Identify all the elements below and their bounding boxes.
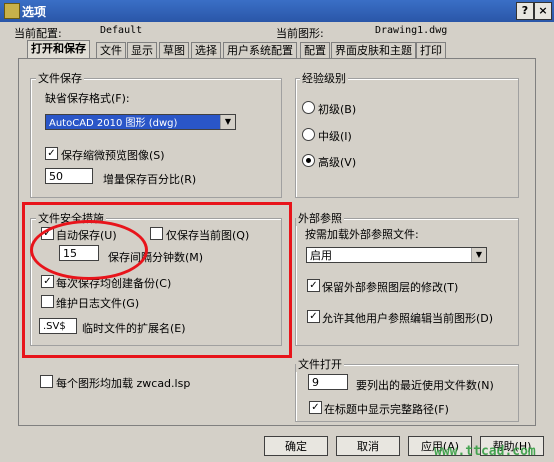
recent-files-label: 要列出的最近使用文件数(N): [356, 379, 494, 392]
format-label: 缺省保存格式(F):: [45, 92, 130, 105]
xref-retain-checkbox[interactable]: ✓: [307, 279, 320, 292]
file-open-title: 文件打开: [296, 356, 344, 372]
tab-open-save[interactable]: 打开和保存: [27, 40, 90, 59]
format-value: AutoCAD 2010 图形 (dwg): [49, 118, 178, 129]
xref-load-value: 启用: [310, 249, 332, 262]
xref-allow-edit-checkbox[interactable]: ✓: [307, 310, 320, 323]
xref-title: 外部参照: [296, 210, 344, 226]
xref-allow-edit-label: 允许其他用户参照编辑当前图形(D): [322, 312, 494, 325]
tab-print[interactable]: 打印: [416, 42, 446, 59]
fullpath-checkbox[interactable]: ✓: [309, 401, 322, 414]
watermark: www.ttcad.com: [434, 444, 536, 459]
tab-files[interactable]: 文件: [96, 42, 126, 59]
radio-beginner[interactable]: [302, 101, 315, 114]
xref-load-label: 按需加载外部参照文件:: [305, 228, 419, 241]
radio-advanced-label: 高级(V): [318, 156, 357, 169]
file-save-title: 文件保存: [36, 70, 84, 86]
xref-load-select[interactable]: 启用 ▼: [306, 247, 487, 263]
lsp-label: 每个图形均加载 zwcad.lsp: [56, 377, 191, 390]
chevron-down-icon[interactable]: ▼: [220, 115, 235, 129]
radio-advanced[interactable]: [302, 154, 315, 167]
fullpath-label: 在标题中显示完整路径(F): [324, 403, 449, 416]
lsp-checkbox[interactable]: [40, 375, 53, 388]
ok-button[interactable]: 确定: [264, 436, 328, 456]
thumbnail-label: 保存缩微预览图像(S): [61, 149, 165, 162]
app-icon: [4, 3, 20, 19]
incremental-label: 增量保存百分比(R): [103, 173, 197, 186]
window-title: 选项: [22, 5, 47, 19]
tab-skin-theme[interactable]: 界面皮肤和主题: [331, 42, 416, 59]
radio-beginner-label: 初级(B): [318, 103, 357, 116]
close-icon[interactable]: ×: [534, 2, 552, 20]
profile-label: 当前配置:: [14, 27, 62, 40]
annotation-ellipse: [30, 220, 148, 280]
tab-drafting[interactable]: 草图: [159, 42, 189, 59]
help-icon[interactable]: ?: [516, 2, 534, 20]
recent-files-input[interactable]: 9: [308, 374, 348, 390]
radio-intermediate-label: 中级(I): [318, 130, 352, 143]
profile-value: Default: [100, 25, 143, 36]
tab-selection[interactable]: 选择: [191, 42, 221, 59]
chevron-down-icon[interactable]: ▼: [471, 248, 486, 262]
experience-title: 经验级别: [300, 70, 348, 86]
xref-retain-label: 保留外部参照图层的修改(T): [322, 281, 459, 294]
radio-intermediate[interactable]: [302, 128, 315, 141]
tab-profiles[interactable]: 配置: [300, 42, 330, 59]
title-bar: 选项 ? ×: [0, 0, 554, 22]
incremental-input[interactable]: 50: [45, 168, 93, 184]
format-select[interactable]: AutoCAD 2010 图形 (dwg) ▼: [45, 114, 236, 130]
drawing-label: 当前图形:: [276, 27, 324, 40]
drawing-value: Drawing1.dwg: [375, 25, 448, 36]
cancel-button[interactable]: 取消: [336, 436, 400, 456]
thumbnail-checkbox[interactable]: ✓: [45, 147, 58, 160]
tab-display[interactable]: 显示: [127, 42, 157, 59]
tab-user-preferences[interactable]: 用户系统配置: [223, 42, 297, 59]
